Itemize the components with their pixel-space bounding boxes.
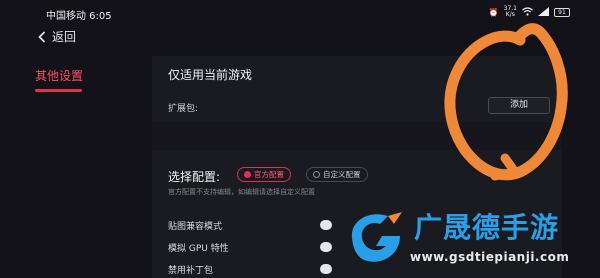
radio-selected-icon <box>244 171 251 178</box>
watermark-url: www.gsdtiepianji.com <box>410 250 570 264</box>
back-button[interactable]: 返回 <box>38 28 76 45</box>
extension-label: 扩展包: <box>168 104 199 114</box>
texture-compat-toggle[interactable] <box>320 220 332 230</box>
carrier-time: 中国移动 6:05 <box>46 11 112 22</box>
watermark: 广晟德手游 www.gsdtiepianji.com <box>338 200 600 278</box>
setting-texture-compat: 贴图兼容模式 <box>168 222 223 232</box>
config-description: 官方配置不支持编辑，如编辑请选择自定义配置 <box>168 188 315 196</box>
sidebar-item-other-settings[interactable]: 其他设置 <box>35 67 83 84</box>
setting-disable-patch: 禁用补丁包 <box>168 266 214 276</box>
custom-config-option[interactable]: 自定义配置 <box>306 167 368 182</box>
active-tab-indicator <box>35 89 82 92</box>
watermark-logo-icon <box>351 212 402 262</box>
radio-unselected-icon <box>313 171 320 178</box>
signal-icon <box>538 6 549 18</box>
custom-config-label: 自定义配置 <box>323 170 361 179</box>
setting-simulate-gpu: 模拟 GPU 特性 <box>168 244 229 254</box>
alarm-icon: ⏰ <box>488 7 499 17</box>
status-bar: 中国移动 6:05 ⏰ 37.1 K/s 91 <box>0 0 600 24</box>
watermark-text: 广晟德手游 <box>414 211 560 244</box>
config-title: 选择配置: <box>168 170 221 184</box>
simulate-gpu-toggle[interactable] <box>320 242 332 252</box>
status-icons: ⏰ 37.1 K/s 91 <box>489 6 570 18</box>
battery-icon: 91 <box>554 7 570 17</box>
wifi-icon <box>522 6 533 18</box>
section-title: 仅适用当前游戏 <box>168 68 253 82</box>
net-speed-unit: K/s <box>505 11 515 18</box>
chevron-left-icon <box>38 30 46 43</box>
add-extension-button[interactable]: 添加 <box>488 97 550 114</box>
back-label: 返回 <box>52 30 77 44</box>
network-speed: 37.1 K/s <box>504 6 517 18</box>
official-config-option[interactable]: 官方配置 <box>237 167 291 182</box>
official-config-label: 官方配置 <box>254 170 284 179</box>
disable-patch-toggle[interactable] <box>320 264 332 274</box>
